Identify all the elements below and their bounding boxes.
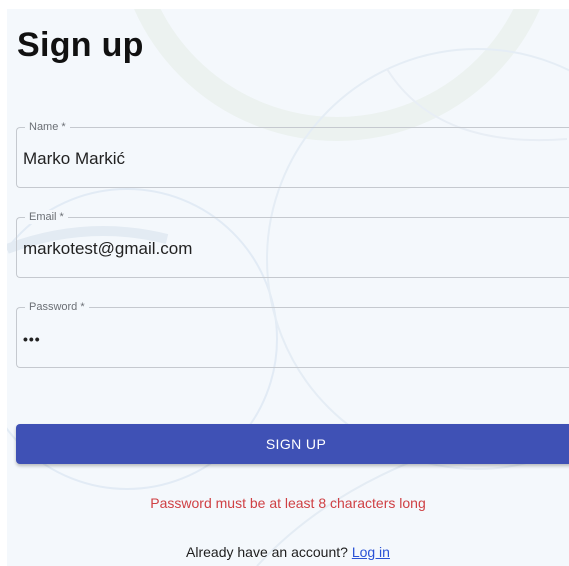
email-field-label: Email * [25, 210, 68, 224]
password-field-label: Password * [25, 300, 89, 314]
background-decoration [7, 9, 569, 566]
login-prompt: Already have an account? Log in [7, 544, 569, 560]
page-title: Sign up [17, 26, 144, 64]
name-field[interactable]: Name * [16, 120, 569, 188]
password-input[interactable] [23, 326, 563, 352]
name-input[interactable] [23, 146, 563, 172]
signup-page: Sign up Name * Email * Password * SIGN U… [0, 0, 569, 566]
password-error-message: Password must be at least 8 characters l… [150, 495, 426, 511]
name-field-label: Name * [25, 120, 70, 134]
email-field[interactable]: Email * [16, 210, 569, 278]
password-field[interactable]: Password * [16, 300, 569, 368]
email-input[interactable] [23, 236, 563, 262]
login-link[interactable]: Log in [352, 544, 390, 560]
signup-card: Sign up Name * Email * Password * SIGN U… [7, 9, 569, 566]
sign-up-button[interactable]: SIGN UP [16, 424, 569, 464]
login-prompt-text: Already have an account? [186, 544, 348, 560]
